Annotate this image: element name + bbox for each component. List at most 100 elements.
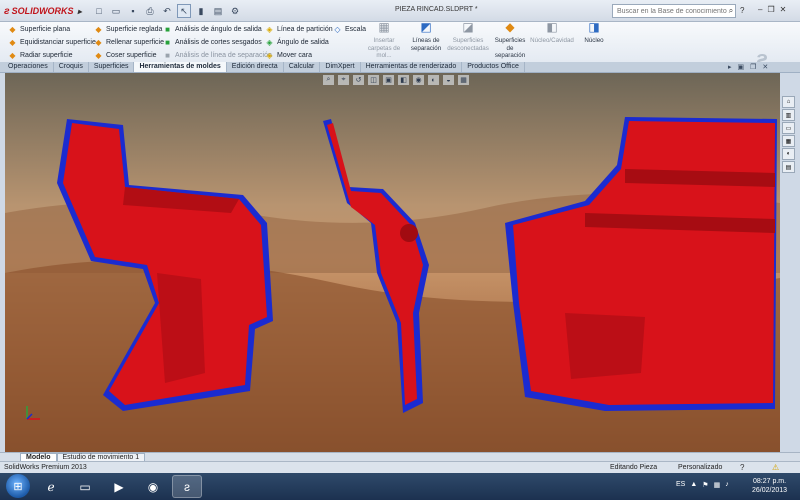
model-tabs: Modelo Estudio de movimiento 1 — [0, 452, 800, 462]
ruled-surface-button[interactable]: ◆ Superficie reglada — [94, 24, 164, 35]
mold-folders-icon: ▦ — [378, 20, 390, 34]
solidworks-logo[interactable]: ƨ SOLIDWORKS ▸ — [4, 3, 82, 19]
apply-scene-icon[interactable]: ◒ — [443, 75, 454, 85]
planar-surface-button[interactable]: ◆ Superficie plana — [8, 24, 96, 35]
scale-button[interactable]: ◇ Escala — [333, 24, 366, 35]
flag-icon[interactable]: ⚑ — [702, 481, 708, 489]
view-settings-icon[interactable]: ▦ — [458, 75, 469, 85]
tab-surfaces[interactable]: Superficies — [89, 62, 135, 72]
tab-dimxpert[interactable]: DimXpert — [320, 62, 361, 72]
zoom-area-icon[interactable]: ⌖ — [338, 75, 349, 85]
insert-mold-folders-button[interactable]: ▦ Insertar carpetas de mol... — [366, 20, 402, 60]
start-button-icon[interactable]: ⊞ — [6, 474, 30, 498]
rebuild-icon[interactable]: ▮ — [194, 4, 208, 18]
tile-icon[interactable]: ▣ — [738, 63, 745, 71]
status-help-icon[interactable]: ? — [740, 463, 744, 472]
knit-surface-button[interactable]: ◆ Coser superficie — [94, 50, 164, 61]
draft-button[interactable]: ◈ Ángulo de salida — [265, 37, 333, 48]
radiate-surface-icon: ◆ — [9, 51, 16, 60]
solidworks-resources-icon[interactable]: ⌂ — [782, 96, 795, 108]
hide-show-items-icon[interactable]: ◉ — [413, 75, 424, 85]
parting-lines-button[interactable]: ◩ Líneas de separación — [408, 20, 444, 60]
planar-surface-icon: ◆ — [9, 25, 16, 34]
rebuild-status-icon[interactable]: ⚠ — [772, 463, 779, 472]
parting-surfaces-button[interactable]: ◆ Superficies de separación — [492, 21, 528, 60]
volume-icon[interactable]: ♪ — [725, 481, 729, 489]
print-icon[interactable]: ⎙ — [143, 4, 157, 18]
open-folder-icon[interactable]: ▭ — [109, 4, 123, 18]
display-style-icon[interactable]: ◧ — [398, 75, 409, 85]
tab-direct-edit[interactable]: Edición directa — [227, 62, 284, 72]
new-document-icon[interactable]: □ — [92, 4, 106, 18]
move-face-icon: ◈ — [266, 51, 273, 60]
design-library-icon[interactable]: ▥ — [782, 109, 795, 121]
search-icon[interactable]: ⌕ — [725, 4, 737, 18]
tab-features[interactable]: Operaciones — [3, 62, 54, 72]
undo-icon[interactable]: ↶ — [160, 4, 174, 18]
move-face-button[interactable]: ◈ Mover cara — [265, 50, 333, 61]
title-bar: ƨ SOLIDWORKS ▸ □ ▭ ▪ ⎙ ↶ ↖ ▮ ▤ ⚙ PIEZA R… — [0, 0, 800, 22]
taskbar-clock[interactable]: 08:27 p.m. 26/02/2013 — [752, 477, 787, 495]
restore-icon[interactable]: ❐ — [767, 5, 774, 14]
menu-arrow-icon[interactable]: ▸ — [78, 7, 82, 16]
tab-evaluate[interactable]: Calcular — [284, 62, 321, 72]
surface-group-1: ◆ Superficie plana ◆ Equidistanciar superf… — [8, 24, 96, 61]
scale-group: ◇ Escala — [333, 24, 366, 35]
document-title: PIEZA RINCAD.SLDPRT * — [395, 6, 478, 13]
file-properties-icon[interactable]: ▤ — [211, 4, 225, 18]
desert-scene-background — [5, 73, 780, 452]
restore-pane-icon[interactable]: ❐ — [750, 63, 756, 71]
draft-analysis-button[interactable]: ■ Análisis de ángulo de salida — [163, 24, 272, 35]
parting-lines-icon: ◩ — [420, 20, 432, 34]
minimize-icon[interactable]: – — [758, 5, 762, 14]
parting-line-analysis-button[interactable]: ■ Análisis de línea de separación — [163, 50, 272, 61]
analysis-group: ■ Análisis de ángulo de salida ■ Análisis … — [163, 24, 272, 61]
heads-up-view-toolbar: ⌕ ⌖ ↺ ◫ ▣ ◧ ◉ ◐ ◒ ▦ — [323, 75, 469, 85]
tab-render-tools[interactable]: Herramientas de renderizado — [361, 62, 463, 72]
view-palette-icon[interactable]: ▦ — [782, 135, 795, 147]
edit-appearance-icon[interactable]: ◐ — [428, 75, 439, 85]
solidworks-taskbar-icon[interactable]: ƨ — [172, 475, 202, 498]
core-button[interactable]: ◨ Núcleo — [576, 21, 612, 60]
taskbar-apps: ℯ ▭ ▶ ◉ ƨ — [36, 475, 202, 498]
units-label[interactable]: Personalizado — [678, 464, 722, 471]
close-pane-icon[interactable]: ✕ — [762, 63, 768, 71]
file-explorer-icon[interactable]: ▭ — [782, 122, 795, 134]
graphics-area[interactable]: ⌕ ⌖ ↺ ◫ ▣ ◧ ◉ ◐ ◒ ▦ — [5, 73, 780, 452]
command-tabs: Operaciones Croquis Superficies Herramie… — [0, 62, 800, 73]
appearances-icon[interactable]: ◐ — [782, 148, 795, 160]
clock-date: 26/02/2013 — [752, 487, 788, 494]
help-icon[interactable]: ? — [740, 6, 744, 15]
radiate-surface-button[interactable]: ◆ Radiar superficie — [8, 50, 96, 61]
show-hidden-icons-icon[interactable]: ▲ — [690, 481, 697, 489]
section-view-icon[interactable]: ◫ — [368, 75, 379, 85]
offset-surface-button[interactable]: ◆ Equidistanciar superficie — [8, 37, 95, 48]
fill-surface-button[interactable]: ◆ Rellenar superficie — [94, 37, 164, 48]
network-icon[interactable]: ▦ — [714, 481, 721, 489]
tab-mold-tools[interactable]: Herramientas de moldes — [134, 62, 227, 72]
expand-icon[interactable]: ▸ — [728, 63, 732, 71]
select-pointer-icon[interactable]: ↖ — [177, 4, 191, 18]
options-gear-icon[interactable]: ⚙ — [228, 4, 242, 18]
media-player-icon[interactable]: ▶ — [104, 475, 134, 498]
zoom-to-fit-icon[interactable]: ⌕ — [323, 75, 334, 85]
file-explorer-taskbar-icon[interactable]: ▭ — [70, 475, 100, 498]
ds-logo-icon: ƨ — [4, 5, 10, 17]
previous-view-icon[interactable]: ↺ — [353, 75, 364, 85]
undercut-analysis-button[interactable]: ■ Análisis de cortes sesgados — [163, 37, 272, 48]
custom-properties-icon[interactable]: ▤ — [782, 161, 795, 173]
tab-office-products[interactable]: Productos Office — [462, 62, 525, 72]
tab-sketch[interactable]: Croquis — [54, 62, 89, 72]
system-tray: ES ▲ ⚑ ▦ ♪ — [676, 481, 729, 489]
internet-explorer-icon[interactable]: ℯ — [36, 475, 66, 498]
save-icon[interactable]: ▪ — [126, 4, 140, 18]
search-input[interactable] — [612, 4, 736, 18]
language-indicator[interactable]: ES — [676, 481, 685, 489]
shut-off-surfaces-button[interactable]: ◪ Superficies desconectadas — [447, 21, 489, 60]
chrome-icon[interactable]: ◉ — [138, 475, 168, 498]
close-icon[interactable]: ✕ — [780, 5, 787, 14]
windows-taskbar: ⊞ ℯ ▭ ▶ ◉ ƨ ES ▲ ⚑ ▦ ♪ 08:27 p.m. 26/02/… — [0, 473, 800, 500]
view-orientation-icon[interactable]: ▣ — [383, 75, 394, 85]
tooling-split-button[interactable]: ◧ Núcleo/Cavidad — [530, 21, 574, 60]
split-line-button[interactable]: ◈ Línea de partición — [265, 24, 332, 35]
